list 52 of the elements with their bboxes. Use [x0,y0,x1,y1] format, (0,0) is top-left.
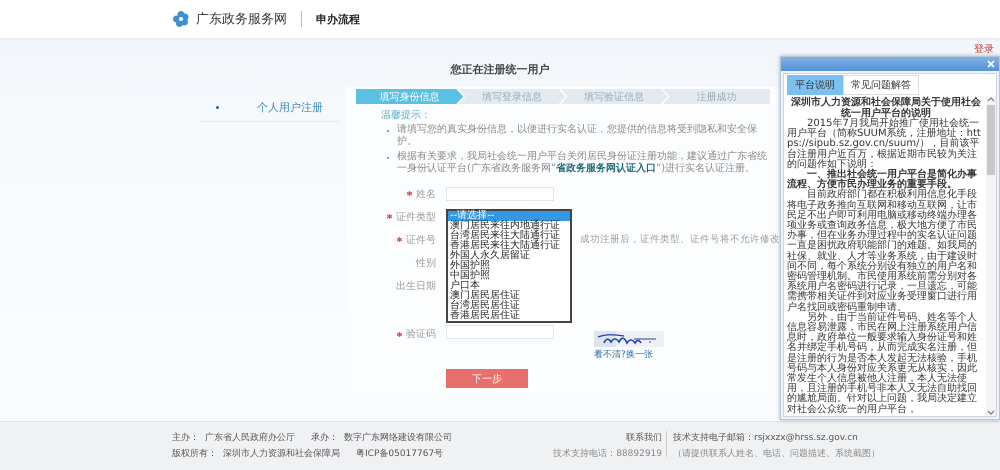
footer-label: 版权所有： [172,448,217,460]
section-title: 申办流程 [316,12,360,26]
dropdown-option[interactable]: 外国护照 [448,261,570,271]
dropdown-list[interactable]: --请选择-- 澳门居民来往内地通行证 台湾居民来往大陆通行证 香港居民来往大陆通行证 外国人永久居留证 外国护照 中国护照 户口本 澳门居民居住证 台湾居民居住证 香港居民居住证 [446,209,572,323]
tab[interactable]: 常见问题解答 [843,75,919,95]
footer-text: 数字广东网络建设有限公司 [344,432,452,444]
tips-title: 温馨提示： [381,110,432,122]
refresh-link[interactable]: 看不清?换一张 [594,348,664,361]
footer-text: 粤ICP备05017767号 [356,448,444,460]
field-label: 出生日期 [396,280,436,292]
hint-text: 成功注册后，证件类型、证件号将不允许修改 [580,233,780,246]
dropdown-option[interactable]: 澳门居民居住证 [448,291,570,301]
contact-link[interactable]: 联系我们 [626,431,662,444]
footer-text: 广东省人民政府办公厅 [205,432,295,444]
field-label: 验证码 [406,328,436,341]
scrollbar-thumb[interactable] [987,105,995,175]
field-label: 证件号 [406,234,436,246]
footer-label: 主办： [172,432,199,444]
field-label: 性别 [416,256,436,270]
page-title: 您正在注册统一用户 [450,62,550,77]
dropdown-option[interactable]: 台湾居民居住证 [448,301,570,311]
field-label: 证件类型 [396,210,436,224]
notice-paragraph: 另外，由于当前证件号码、姓名等个人信息容易泄露，市民在网上注册系统用户信息时，政府单位一般要求输入身份证号和姓名并绑定手机号码，从而完成实名注册，但是注册的行为是否本人发起无法核验，手机号码与本人身份对应关系更无从核实，因此常发生个人信息被他人注册，本人无法使用，且注册的手机号非本人又无法自助找回的尴尬局面。针对以上问题，我局决定建立对社会公众统一的用户平台， [787,312,978,415]
dropdown-option[interactable]: 户口本 [448,281,570,291]
dropdown-option[interactable]: 澳门居民来往内地通行证 [448,221,570,231]
sidebar-item[interactable]: 个人用户注册 [200,93,340,122]
input-field[interactable] [446,325,554,339]
dropdown-option[interactable]: 外国人永久居留证 [448,251,570,261]
close-icon[interactable] [987,60,995,68]
dropdown-option[interactable]: 香港居民来往大陆通行证 [448,241,570,251]
dropdown-option[interactable]: 中国护照 [448,271,570,281]
scroll-up-icon[interactable] [987,96,995,102]
dropdown-option[interactable]: 台湾居民来往大陆通行证 [448,231,570,241]
footer-text: 深圳市人力资源和社会保障局 [223,448,340,460]
support-phone: 技术支持电话：88892919 [553,448,662,460]
tip-text: 根据有关要求，我局社会统一用户平台关闭居民身份证注册功能，建议通过广东省统一身份认证平台(广东省政务服务网“省政务服务网认证入口”)进行实名认证注册。 [397,151,768,175]
tip-text: 请填写您的真实身份信息，以便进行实名认证，您提供的信息将受到隐私和安全保护。 [397,124,758,148]
field-label: 姓名 [416,188,436,200]
notice-paragraph: 2015年7月我局开始推广使用社会统一用户平台（简称SUUM系统，注册地址：https://sipub.sz.gov.cn/suum/），目前该平台注册用户近百万，根据近期市民较为关注的问题作如下说明： [787,119,982,170]
login-link[interactable]: 登录 [974,42,994,54]
footer-note: （请提供联系人姓名、电话、问题描述、系统截图） [673,448,880,460]
dropdown-option[interactable]: 香港居民居住证 [448,311,570,321]
notice-paragraph: 目前政府部门都在积极利用信息化手段将电子政务推向互联网和移动互联网，让市民足不出户即可利用电脑或移动终端办理各项业务或查询政务信息，极大地方便了市民办事，但在业务办理过程中的实名认证问题一直是困扰政府职能部门的难题。如我局的社保、就业、人才等业务系统，由于建设时间不同，每个系统分别设有独立的用户名和密码管理机制。市民使用系统前需分别对各系统用户名密码进行记录，一旦遗忘，可能需携带相关证件到对应业务受理窗口进行用户名找回或密码重制申请。 [787,190,978,313]
auth-link[interactable]: 省政务服务网认证入口 [556,163,656,174]
input-field[interactable] [446,186,554,200]
site-name: 广东政务服务网 [196,11,287,28]
logo-icon [172,10,190,28]
scroll-down-icon[interactable] [987,410,995,416]
tab[interactable]: 平台说明 [787,75,843,95]
support-email: 技术支持电子邮箱：rsjxxzx@hrss.sz.gov.cn [673,432,859,444]
notice-title: 深圳市人力资源和社会保障局关于使用社会统一用户平台的说明 [790,97,982,119]
footer-label: 承办： [311,432,338,444]
